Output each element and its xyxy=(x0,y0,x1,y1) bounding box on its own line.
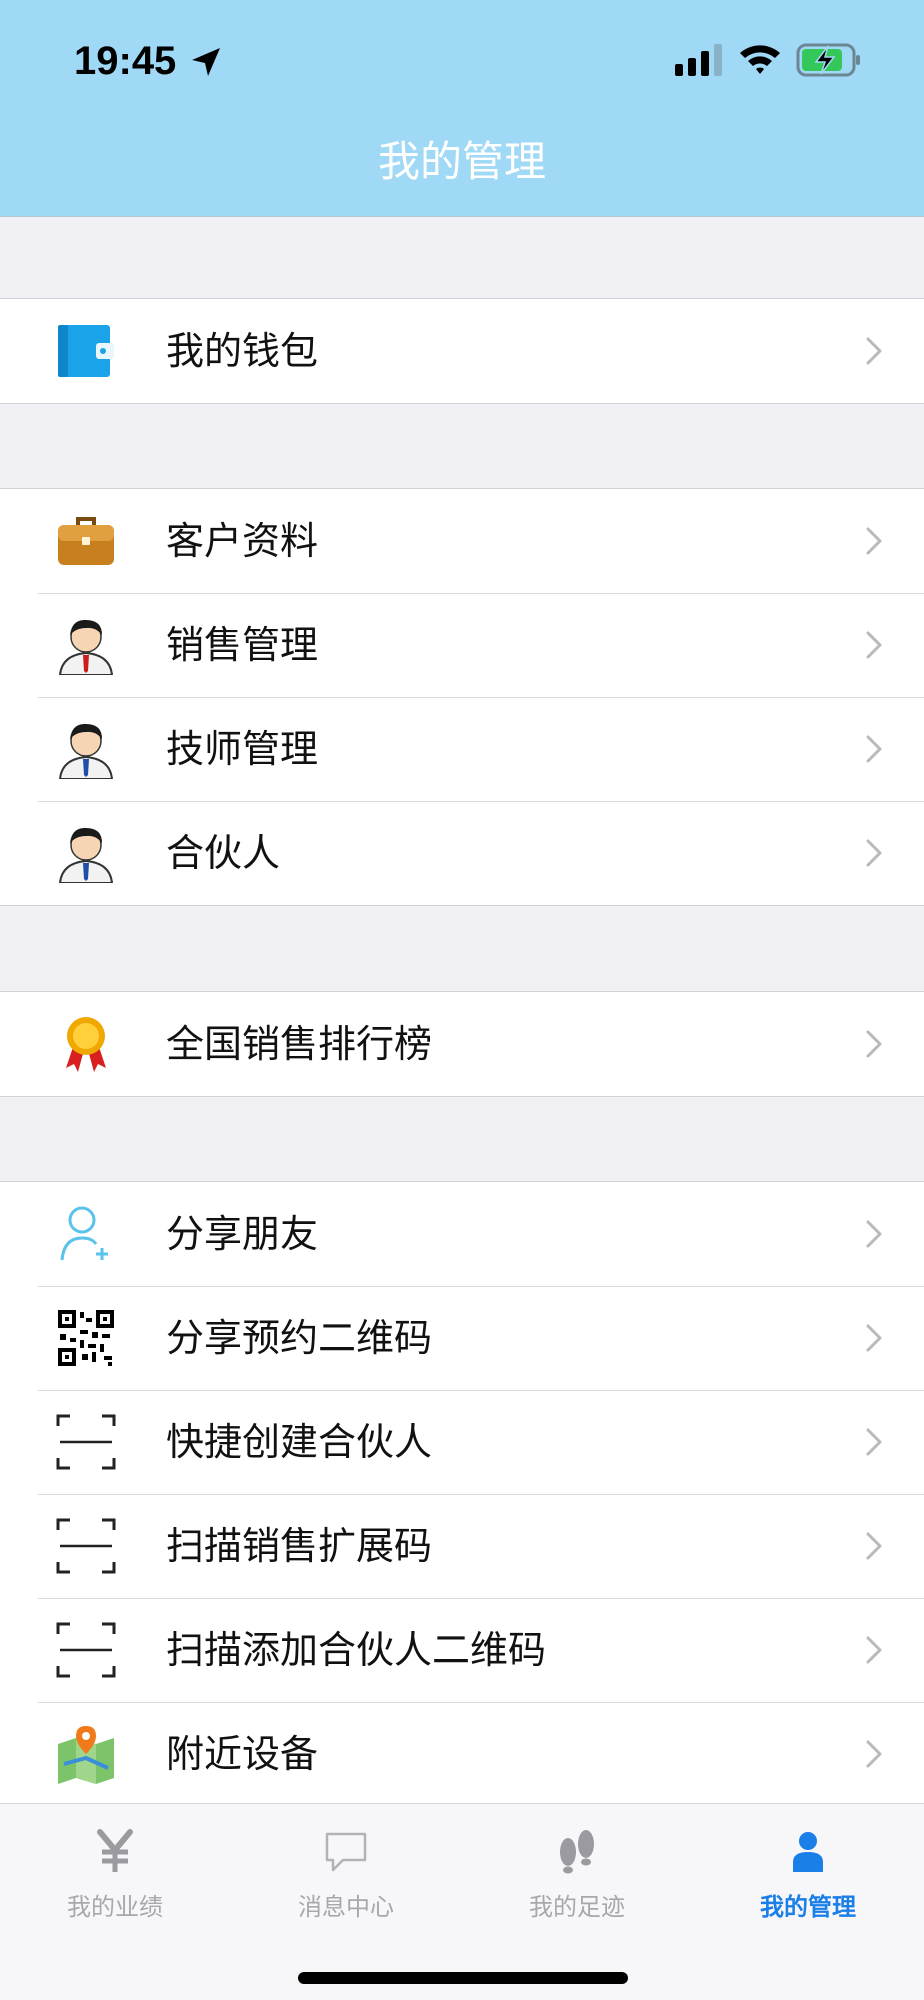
list-item-wallet[interactable]: 我的钱包 xyxy=(0,299,924,403)
chevron-right-icon xyxy=(866,1532,882,1560)
location-arrow-icon xyxy=(192,48,220,76)
footprints-icon xyxy=(560,1830,594,1874)
list-item-label: 扫描添加合伙人二维码 xyxy=(166,1628,547,1672)
map-icon xyxy=(58,1726,114,1784)
scan-icon xyxy=(56,1518,116,1574)
settings-group-wallet: 我的钱包 xyxy=(0,298,924,404)
chevron-right-icon xyxy=(866,735,882,763)
settings-group-ranking: 全国销售排行榜 xyxy=(0,991,924,1097)
battery-charging-icon xyxy=(796,43,860,77)
list-item-scan-sales-extension-code[interactable]: 扫描销售扩展码 xyxy=(0,1494,924,1598)
chevron-right-icon xyxy=(866,631,882,659)
list-item-national-sales-ranking[interactable]: 全国销售排行榜 xyxy=(0,992,924,1096)
tab-label: 我的业绩 xyxy=(67,1893,163,1921)
tab-bar: 我的业绩 消息中心 我的足迹 我的管理 xyxy=(0,1803,924,2000)
wallet-icon xyxy=(58,325,114,377)
list-item-label: 全国销售排行榜 xyxy=(166,1022,433,1066)
list-item-label: 分享预约二维码 xyxy=(166,1316,433,1360)
yen-icon xyxy=(97,1829,133,1872)
chevron-right-icon xyxy=(866,839,882,867)
chevron-right-icon xyxy=(866,527,882,555)
home-indicator[interactable] xyxy=(298,1972,628,1984)
list-item-label: 分享朋友 xyxy=(166,1212,319,1256)
page-title: 我的管理 xyxy=(377,137,546,186)
list-item-quick-create-partner[interactable]: 快捷创建合伙人 xyxy=(0,1390,924,1494)
chevron-right-icon xyxy=(866,1428,882,1456)
list-item-label: 销售管理 xyxy=(166,623,319,667)
list-item-label: 合伙人 xyxy=(166,831,281,875)
salesman-icon xyxy=(58,619,114,675)
list-item-label: 我的钱包 xyxy=(166,329,319,373)
tab-label: 消息中心 xyxy=(298,1893,394,1921)
list-item-scan-add-partner-qr[interactable]: 扫描添加合伙人二维码 xyxy=(0,1598,924,1702)
tab-label: 我的足迹 xyxy=(529,1893,625,1921)
tab-my-footprints[interactable]: 我的足迹 xyxy=(487,1828,667,1938)
list-item-share-booking-qr-code[interactable]: 分享预约二维码 xyxy=(0,1286,924,1390)
settings-group-people: 客户资料 销售管理 技师管理 合伙人 xyxy=(0,488,924,906)
list-item-label: 附近设备 xyxy=(166,1732,319,1776)
add-friend-icon xyxy=(60,1206,108,1261)
scan-icon xyxy=(56,1414,116,1470)
tab-label: 我的管理 xyxy=(760,1893,856,1921)
list-item-label: 技师管理 xyxy=(166,727,319,771)
medal-icon xyxy=(66,1017,106,1072)
chat-bubble-icon xyxy=(325,1832,367,1872)
chevron-right-icon xyxy=(866,1636,882,1664)
list-item-sales-management[interactable]: 销售管理 xyxy=(0,593,924,697)
qr-code-icon xyxy=(58,1310,114,1366)
chevron-right-icon xyxy=(866,1220,882,1248)
briefcase-icon xyxy=(58,517,114,565)
cellular-signal-icon xyxy=(675,44,722,76)
list-item-label: 扫描销售扩展码 xyxy=(166,1524,433,1568)
wifi-icon xyxy=(740,45,780,74)
technician-icon xyxy=(58,723,114,779)
status-time: 19:45 xyxy=(74,39,177,83)
chevron-right-icon xyxy=(866,337,882,365)
settings-group-tools: 分享朋友 分享预约二维码 快捷创建合伙人 扫描销售扩展码 扫描添加合伙人二维码 … xyxy=(0,1181,924,1803)
header: 19:45 我的管理 xyxy=(0,0,924,217)
list-item-share-friends[interactable]: 分享朋友 xyxy=(0,1182,924,1286)
list-item-nearby-devices[interactable]: 附近设备 xyxy=(0,1702,924,1803)
scan-icon xyxy=(56,1622,116,1678)
list-item-technician-management[interactable]: 技师管理 xyxy=(0,697,924,801)
list-item-customer-info[interactable]: 客户资料 xyxy=(0,489,924,593)
list-item-partner[interactable]: 合伙人 xyxy=(0,801,924,905)
partner-icon xyxy=(58,827,114,883)
tab-my-management[interactable]: 我的管理 xyxy=(718,1828,898,1938)
tab-my-performance[interactable]: 我的业绩 xyxy=(25,1828,205,1938)
list-item-label: 客户资料 xyxy=(166,519,319,563)
chevron-right-icon xyxy=(866,1030,882,1058)
person-icon xyxy=(793,1832,823,1872)
chevron-right-icon xyxy=(866,1740,882,1768)
list-item-label: 快捷创建合伙人 xyxy=(166,1420,433,1464)
chevron-right-icon xyxy=(866,1324,882,1352)
tab-message-center[interactable]: 消息中心 xyxy=(256,1828,436,1938)
